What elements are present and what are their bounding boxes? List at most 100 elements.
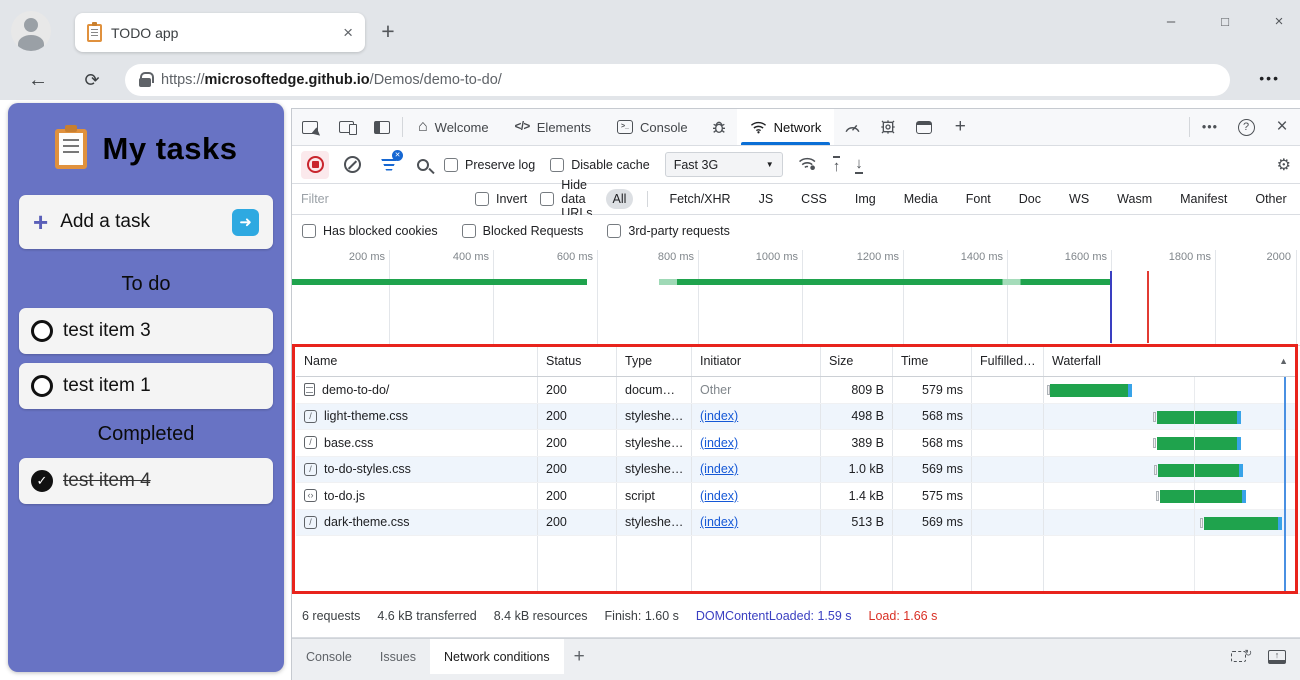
type-filter-css[interactable]: CSS	[794, 189, 834, 209]
request-name: base.css	[324, 435, 374, 450]
task-checkbox[interactable]	[31, 375, 53, 397]
network-conditions-icon[interactable]	[798, 156, 818, 174]
task-item-completed[interactable]: ✓ test item 4	[19, 458, 273, 504]
tab-welcome[interactable]: ⌂ Welcome	[405, 109, 502, 145]
tab-network[interactable]: Network	[736, 109, 835, 145]
table-row[interactable]: / light-theme.css 200 styleshe… (index) …	[296, 403, 1296, 430]
type-filter-media[interactable]: Media	[897, 189, 945, 209]
export-har-icon[interactable]: ↓	[855, 156, 863, 174]
table-row[interactable]: ‹› to-do.js 200 script (index) 1.4 kB 57…	[296, 483, 1296, 510]
tab-elements[interactable]: </> Elements	[502, 109, 604, 145]
network-settings-gear-icon[interactable]: ⚙	[1277, 155, 1291, 175]
blocked-requests-checkbox[interactable]: Blocked Requests	[461, 223, 583, 238]
column-header-status[interactable]: Status	[538, 346, 617, 376]
task-checkbox-checked[interactable]: ✓	[31, 470, 53, 492]
type-filter-img[interactable]: Img	[848, 189, 883, 209]
filter-input[interactable]	[301, 188, 462, 210]
clear-log-icon[interactable]	[344, 156, 361, 173]
initiator-link[interactable]: (index)	[700, 515, 738, 529]
tab-close-icon[interactable]: ×	[343, 23, 353, 43]
maximize-button[interactable]: □	[1212, 8, 1238, 34]
type-filter-other[interactable]: Other	[1248, 189, 1293, 209]
type-filter-doc[interactable]: Doc	[1012, 189, 1048, 209]
more-tools-panel-icon[interactable]	[906, 109, 942, 145]
summary-finish: Finish: 1.60 s	[604, 608, 679, 623]
third-party-requests-checkbox[interactable]: 3rd-party requests	[607, 223, 730, 238]
tick-label: 800 ms	[657, 251, 694, 263]
initiator-link[interactable]: (index)	[700, 462, 738, 476]
has-blocked-cookies-checkbox[interactable]: Has blocked cookies	[302, 223, 438, 238]
help-icon[interactable]: ?	[1228, 118, 1264, 136]
drawer-tab-console[interactable]: Console	[292, 639, 366, 674]
submit-task-button[interactable]: ➜	[232, 208, 259, 236]
type-filter-all[interactable]: All	[605, 189, 634, 209]
column-header-fulfilled[interactable]: Fulfilled…	[972, 346, 1044, 376]
drawer-tab-network-conditions[interactable]: Network conditions	[430, 639, 564, 674]
preserve-log-checkbox[interactable]: Preserve log	[444, 157, 535, 172]
application-chip-icon[interactable]	[870, 109, 906, 145]
filter-toggle-icon[interactable]: ✕	[376, 149, 403, 178]
column-header-name[interactable]: Name	[296, 346, 538, 376]
type-filter-wasm[interactable]: Wasm	[1110, 189, 1159, 209]
initiator-link[interactable]: (index)	[700, 409, 738, 423]
bug-icon[interactable]	[701, 109, 737, 145]
invert-checkbox[interactable]: Invert	[475, 192, 527, 206]
drawer-add-tab-icon[interactable]: +	[574, 646, 585, 668]
request-type: script	[617, 483, 692, 509]
table-row[interactable]: / to-do-styles.css 200 styleshe… (index)…	[296, 456, 1296, 483]
disable-cache-checkbox[interactable]: Disable cache	[550, 157, 650, 172]
adapter-rotate-icon[interactable]	[1231, 648, 1252, 662]
request-size: 1.0 kB	[821, 456, 893, 482]
minimize-button[interactable]: –	[1158, 8, 1184, 34]
search-icon[interactable]	[417, 158, 429, 171]
tab-console[interactable]: >_ Console	[604, 109, 701, 145]
initiator-link[interactable]: (index)	[700, 489, 738, 503]
column-header-time[interactable]: Time	[893, 346, 972, 376]
expand-drawer-icon[interactable]: ↑	[1268, 649, 1286, 664]
network-overview-timeline[interactable]: 200 ms 400 ms 600 ms 800 ms 1000 ms 1200…	[292, 246, 1300, 346]
type-filter-font[interactable]: Font	[959, 189, 998, 209]
document-icon	[304, 383, 315, 397]
device-emulation-icon[interactable]	[328, 109, 364, 145]
address-bar[interactable]: https://microsoftedge.github.io/Demos/de…	[125, 64, 1230, 96]
table-row[interactable]: / base.css 200 styleshe… (index) 389 B 5…	[296, 430, 1296, 457]
browser-menu-icon[interactable]: •••	[1259, 70, 1280, 86]
devtools-tab-bar: ⌂ Welcome </> Elements >_ Console Networ…	[292, 109, 1300, 146]
request-size: 513 B	[821, 509, 893, 535]
devtools-menu-icon[interactable]: •••	[1192, 120, 1228, 134]
column-header-size[interactable]: Size	[821, 346, 893, 376]
initiator-link[interactable]: (index)	[700, 436, 738, 450]
throttling-select[interactable]: Fast 3G ▼	[664, 152, 783, 177]
todo-section-heading: To do	[121, 273, 171, 295]
browser-window: TODO app × + – □ × ← ⟳ https://microsoft…	[0, 0, 1300, 680]
profile-avatar[interactable]	[11, 11, 51, 51]
devtools-close-icon[interactable]: ×	[1264, 116, 1300, 138]
task-checkbox[interactable]	[31, 320, 53, 342]
column-header-type[interactable]: Type	[617, 346, 692, 376]
type-filter-ws[interactable]: WS	[1062, 189, 1096, 209]
add-task-input[interactable]: + Add a task ➜	[19, 195, 273, 249]
column-header-waterfall[interactable]: Waterfall ▲	[1044, 346, 1296, 376]
hide-data-urls-checkbox[interactable]: Hide data URLs	[540, 178, 593, 220]
type-filter-manifest[interactable]: Manifest	[1173, 189, 1234, 209]
record-button[interactable]	[301, 150, 329, 179]
import-har-icon[interactable]: ↑	[832, 155, 841, 174]
table-row[interactable]: demo-to-do/ 200 docum… Other 809 B 579 m…	[296, 377, 1296, 404]
task-item[interactable]: test item 1	[19, 363, 273, 409]
drawer-tab-issues[interactable]: Issues	[366, 639, 430, 674]
new-tab-button[interactable]: +	[374, 18, 402, 46]
browser-tab[interactable]: TODO app ×	[75, 13, 365, 52]
type-filter-fetch-xhr[interactable]: Fetch/XHR	[662, 189, 737, 209]
window-close-button[interactable]: ×	[1266, 8, 1292, 34]
back-icon[interactable]: ←	[24, 66, 52, 94]
performance-gauge-icon[interactable]	[834, 109, 870, 145]
type-filter-js[interactable]: JS	[752, 189, 781, 209]
task-item[interactable]: test item 3	[19, 308, 273, 354]
add-panel-icon[interactable]: +	[942, 109, 978, 145]
dock-side-icon[interactable]	[364, 109, 400, 145]
column-header-initiator[interactable]: Initiator	[692, 346, 821, 376]
request-name: to-do-styles.css	[324, 462, 411, 477]
inspect-element-icon[interactable]	[292, 109, 328, 145]
table-row[interactable]: / dark-theme.css 200 styleshe… (index) 5…	[296, 509, 1296, 536]
refresh-icon[interactable]: ⟳	[78, 66, 106, 94]
